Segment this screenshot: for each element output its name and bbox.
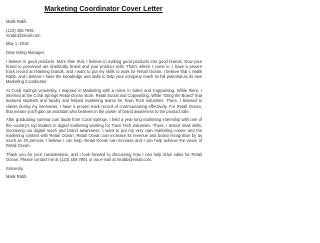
letter-title-text: Marketing Coordinator Cover Letter [44,6,163,13]
body-paragraph: I believe in good products. More than th… [6,58,202,85]
closing-paragraph: Thank you for your consideration, and I … [6,152,202,163]
cover-letter-page: Marketing Coordinator Cover Letter Malik… [0,0,207,243]
letter-title: Marketing Coordinator Cover Letter [0,6,207,13]
body-paragraph: At Coral Springs University, I majored i… [6,87,202,114]
letter-body: Malik Rabb (123) 456-7891 mrabb@email.co… [6,19,202,180]
signature-name: Malik Rabb [6,174,27,180]
body-paragraph: After graduating summa cum laude from Co… [6,117,202,149]
